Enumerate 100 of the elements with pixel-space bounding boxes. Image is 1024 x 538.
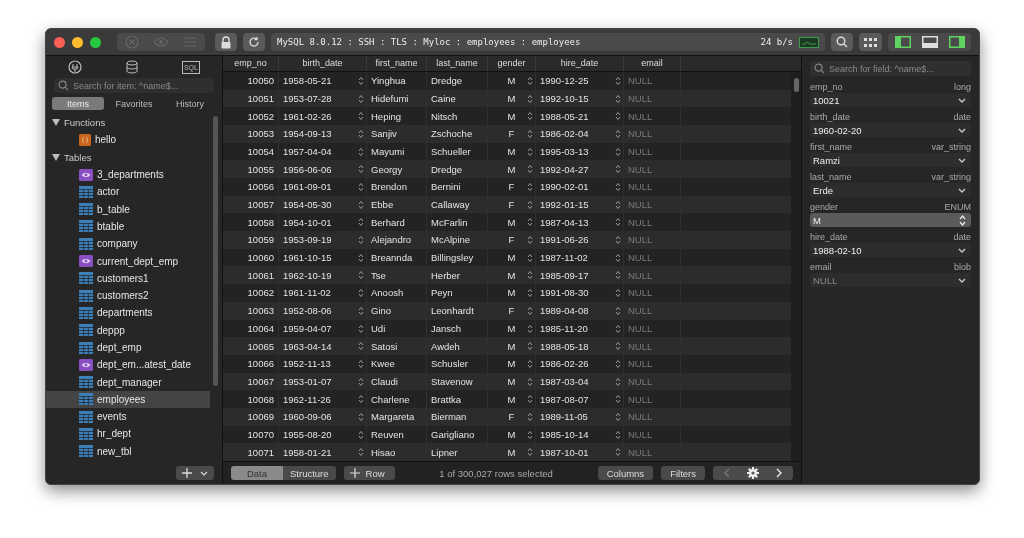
stepper-icon[interactable] bbox=[358, 288, 364, 299]
stepper-icon[interactable] bbox=[615, 394, 621, 405]
sidebar-item[interactable]: 3_departments bbox=[46, 165, 210, 184]
sidebar-tab[interactable]: Favorites bbox=[108, 97, 160, 110]
stepper-icon[interactable] bbox=[615, 288, 621, 299]
sidebar-item[interactable]: btable bbox=[46, 217, 210, 236]
stepper-icon[interactable] bbox=[615, 411, 621, 422]
sidebar-tab[interactable]: History bbox=[164, 97, 216, 110]
field-value[interactable]: 1960-02-20 bbox=[810, 123, 971, 137]
stepper-icon[interactable] bbox=[527, 235, 533, 246]
stepper-icon[interactable] bbox=[615, 111, 621, 122]
disclosure-triangle[interactable] bbox=[52, 153, 60, 161]
stepper-icon[interactable] bbox=[615, 164, 621, 175]
stepper-icon[interactable] bbox=[615, 182, 621, 192]
stepper-icon[interactable] bbox=[615, 429, 621, 440]
stepper-icon[interactable] bbox=[527, 199, 533, 210]
column-header[interactable]: hire_date bbox=[536, 56, 624, 71]
sidebar-item[interactable]: dept_emp bbox=[46, 338, 210, 357]
stepper-icon[interactable] bbox=[615, 128, 621, 139]
stepper-icon[interactable] bbox=[527, 411, 533, 422]
sidebar-tab[interactable]: Items bbox=[52, 97, 104, 110]
stepper-icon[interactable] bbox=[527, 217, 533, 228]
sidebar-item[interactable]: company bbox=[46, 235, 210, 253]
sidebar-item[interactable]: new_tbl bbox=[46, 442, 210, 460]
sidebar-item[interactable]: deppp bbox=[46, 321, 210, 339]
stepper-icon[interactable] bbox=[527, 429, 533, 440]
field-value[interactable]: NULL bbox=[810, 273, 971, 287]
field-value[interactable]: Erde bbox=[810, 183, 971, 197]
stepper-icon[interactable] bbox=[615, 270, 621, 281]
refresh-button[interactable] bbox=[243, 33, 265, 51]
stepper-icon[interactable] bbox=[358, 305, 364, 316]
stepper-icon[interactable] bbox=[358, 111, 364, 122]
field-value[interactable]: 1988-02-10 bbox=[810, 243, 971, 257]
add-menu-button[interactable] bbox=[176, 466, 214, 480]
disclosure-triangle[interactable] bbox=[52, 119, 60, 127]
sidebar-item[interactable]: hr_dept bbox=[46, 425, 210, 443]
stepper-icon[interactable] bbox=[615, 358, 621, 369]
stepper-icon[interactable] bbox=[615, 146, 621, 157]
column-header[interactable]: first_name bbox=[367, 56, 427, 71]
view-tab[interactable]: Data bbox=[231, 466, 283, 480]
sidebar-item[interactable]: departments bbox=[46, 304, 210, 322]
sidebar-item[interactable]: dept_em...atest_date bbox=[46, 356, 210, 374]
search-button[interactable] bbox=[831, 33, 853, 51]
stepper-icon[interactable] bbox=[358, 447, 364, 458]
stepper-icon[interactable] bbox=[358, 182, 364, 192]
stepper-icon[interactable] bbox=[527, 252, 533, 263]
stepper-icon[interactable] bbox=[615, 376, 621, 387]
sidebar-item[interactable]: employees bbox=[46, 390, 210, 409]
stepper-icon[interactable] bbox=[358, 128, 364, 139]
stepper-icon[interactable] bbox=[615, 323, 621, 334]
stepper-icon[interactable] bbox=[615, 75, 621, 86]
field-value[interactable]: Ramzi bbox=[810, 153, 971, 167]
stepper-icon[interactable] bbox=[358, 93, 364, 104]
column-header[interactable]: emp_no bbox=[223, 56, 279, 71]
stepper-icon[interactable] bbox=[527, 447, 533, 458]
stepper-icon[interactable] bbox=[358, 270, 364, 281]
stepper-icon[interactable] bbox=[527, 75, 533, 86]
stepper-icon[interactable] bbox=[358, 252, 364, 263]
stepper-icon[interactable] bbox=[527, 164, 533, 175]
stepper-icon[interactable] bbox=[358, 341, 364, 352]
minimize-button[interactable] bbox=[72, 36, 83, 48]
stepper-icon[interactable] bbox=[615, 341, 621, 352]
sidebar-item[interactable]: hello bbox=[46, 131, 210, 149]
sidebar-item[interactable]: events bbox=[46, 408, 210, 426]
stepper-icon[interactable] bbox=[358, 376, 364, 387]
close-button[interactable] bbox=[54, 36, 65, 48]
column-header[interactable]: birth_date bbox=[279, 56, 367, 71]
stepper-icon[interactable] bbox=[527, 376, 533, 387]
stepper-icon[interactable] bbox=[527, 323, 533, 334]
column-header[interactable]: last_name bbox=[427, 56, 488, 71]
gear-icon[interactable] bbox=[747, 467, 759, 479]
stepper-icon[interactable] bbox=[615, 217, 621, 228]
stepper-icon[interactable] bbox=[615, 252, 621, 263]
stepper-icon[interactable] bbox=[527, 111, 533, 122]
toolbar-button[interactable]: Columns bbox=[597, 466, 654, 480]
grid-button[interactable] bbox=[859, 33, 882, 51]
sidebar-item[interactable]: b_table bbox=[46, 200, 210, 218]
stepper-icon[interactable] bbox=[358, 199, 364, 210]
sidebar-item[interactable]: customers2 bbox=[46, 286, 210, 305]
stepper-icon[interactable] bbox=[358, 394, 364, 405]
stepper-icon[interactable] bbox=[615, 93, 621, 104]
stepper-icon[interactable] bbox=[358, 429, 364, 440]
stepper-icon[interactable] bbox=[358, 217, 364, 228]
scrollbar[interactable] bbox=[213, 116, 218, 386]
stepper-icon[interactable] bbox=[527, 182, 533, 192]
chevron-right-icon[interactable] bbox=[776, 468, 783, 478]
stepper-icon[interactable] bbox=[358, 164, 364, 175]
scrollbar[interactable] bbox=[794, 77, 799, 92]
toolbar-button[interactable]: Filters bbox=[661, 466, 705, 480]
lock-button[interactable] bbox=[215, 33, 237, 51]
field-value[interactable]: M bbox=[810, 213, 971, 227]
stepper-icon[interactable] bbox=[527, 128, 533, 139]
column-header[interactable]: gender bbox=[488, 56, 536, 71]
sidebar-item[interactable]: current_dept_emp bbox=[46, 252, 210, 270]
stepper-icon[interactable] bbox=[527, 288, 533, 299]
stepper-icon[interactable] bbox=[527, 270, 533, 281]
sidebar-item[interactable]: actor bbox=[46, 183, 210, 201]
stepper-icon[interactable] bbox=[358, 146, 364, 157]
zoom-button[interactable] bbox=[90, 36, 101, 48]
stepper-icon[interactable] bbox=[615, 199, 621, 210]
